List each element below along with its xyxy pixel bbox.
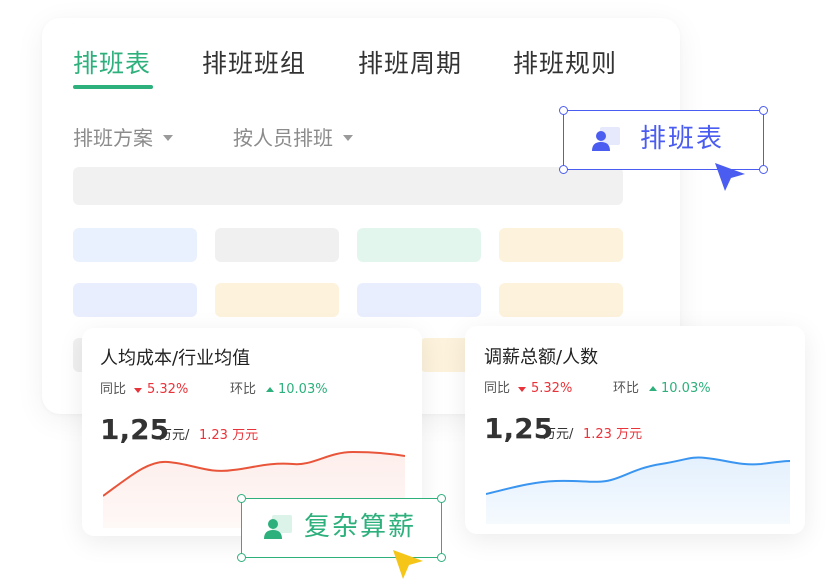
resize-handle (759, 106, 768, 115)
cursor-icon (715, 163, 745, 191)
scheme-dropdown[interactable]: 排班方案 (73, 124, 173, 152)
compare-value: 1.23 万元 (199, 428, 259, 443)
resize-handle (559, 106, 568, 115)
person-dropdown-label: 按人员排班 (233, 126, 333, 150)
yoy-label: 同比 (484, 381, 511, 396)
mom-label: 环比 (613, 381, 640, 396)
yoy-value: 5.32% (147, 382, 189, 397)
caret-down-icon (163, 135, 173, 141)
user-icon (592, 127, 620, 151)
resize-handle (237, 494, 246, 503)
arrow-up-icon (649, 386, 657, 391)
mom-label: 环比 (230, 382, 257, 397)
active-tab-underline (73, 85, 153, 89)
scheme-dropdown-label: 排班方案 (73, 126, 153, 150)
salary-trend-chart (486, 456, 790, 524)
schedule-badge-label: 排班表 (640, 124, 725, 154)
main-unit: 万元/ (543, 427, 574, 442)
mom-value: 10.03% (661, 381, 711, 396)
shift-cell (215, 283, 339, 317)
person-dropdown[interactable]: 按人员排班 (233, 124, 353, 152)
shift-cell (357, 283, 481, 317)
salary-area (486, 457, 790, 524)
cost-card-title: 人均成本/行业均值 (100, 348, 251, 369)
arrow-down-icon (134, 388, 142, 393)
caret-down-icon (343, 135, 353, 141)
user-icon (264, 515, 292, 539)
cursor-icon (393, 550, 423, 579)
compare-value: 1.23 万元 (583, 427, 643, 442)
tab-schedule-cycle[interactable]: 排班周期 (358, 47, 462, 81)
shift-cell (73, 228, 197, 262)
arrow-down-icon (518, 387, 526, 392)
shift-cell (357, 228, 481, 262)
arrow-up-icon (266, 387, 274, 392)
yoy-label: 同比 (100, 382, 127, 397)
skeleton-header-bar (73, 167, 623, 205)
resize-handle (237, 553, 246, 562)
shift-cell (499, 283, 623, 317)
main-unit: 万元/ (159, 428, 190, 443)
resize-handle (759, 165, 768, 174)
mom-value: 10.03% (278, 382, 328, 397)
tab-schedule-rule[interactable]: 排班规则 (513, 47, 617, 81)
tab-schedule-group[interactable]: 排班班组 (202, 47, 306, 81)
shift-cell (73, 283, 197, 317)
resize-handle (437, 494, 446, 503)
shift-cell (499, 228, 623, 262)
yoy-value: 5.32% (531, 381, 573, 396)
resize-handle (437, 553, 446, 562)
resize-handle (559, 165, 568, 174)
salary-badge-label: 复杂算薪 (304, 512, 417, 542)
shift-cell (215, 228, 339, 262)
tab-schedule[interactable]: 排班表 (73, 47, 151, 81)
salary-card-title: 调薪总额/人数 (484, 347, 599, 368)
